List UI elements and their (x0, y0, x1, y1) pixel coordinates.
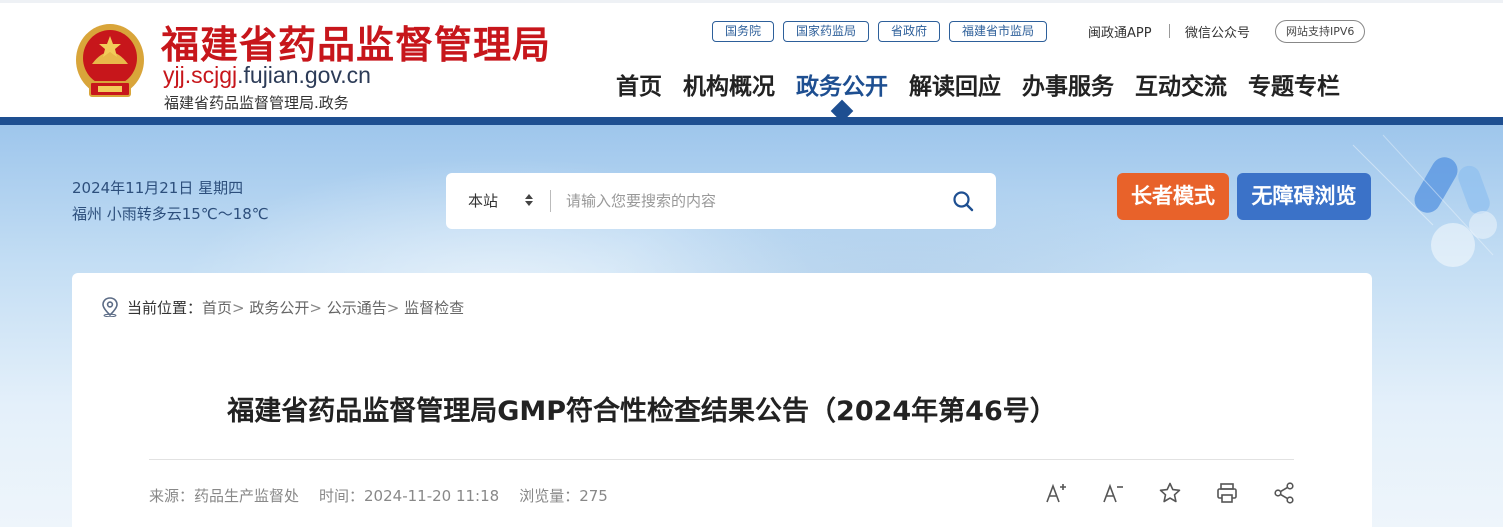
article-tools (1044, 481, 1296, 505)
article-source: 来源：药品生产监督处 (149, 487, 300, 505)
article-meta: 来源：药品生产监督处 时间：2024-11-20 11:18 浏览量：275 (149, 485, 608, 506)
site-title[interactable]: 福建省药品监督管理局 (161, 14, 551, 69)
quick-link-guowuyuan[interactable]: 国务院 (712, 21, 775, 42)
search-icon[interactable] (951, 189, 975, 213)
search-input[interactable] (566, 185, 936, 217)
main-nav: 首页 机构概况 政务公开 解读回应 办事服务 互动交流 专题专栏 (616, 72, 1340, 102)
link-separator (1169, 24, 1170, 38)
breadcrumb-notices[interactable]: 公示通告 (327, 299, 387, 317)
quick-link-nmpa[interactable]: 国家药监局 (783, 21, 870, 42)
article-views: 浏览量：275 (519, 487, 608, 505)
site-subtitle: 福建省药品监督管理局.政务 (164, 94, 349, 112)
breadcrumb-separator: > (309, 299, 327, 317)
font-increase-icon[interactable] (1044, 481, 1068, 505)
site-domain: yjj.scjgj.fujian.gov.cn (163, 62, 371, 89)
share-icon[interactable] (1272, 481, 1296, 505)
domain-suffix: .fujian.gov.cn (237, 62, 371, 88)
current-date: 2024年11月21日 星期四 (72, 179, 244, 197)
domain-prefix: yjj.scjgj (163, 62, 238, 88)
location-pin-icon (102, 297, 118, 317)
breadcrumb-separator: > (232, 299, 250, 317)
nav-topics[interactable]: 专题专栏 (1248, 72, 1340, 102)
breadcrumb-label: 当前位置： (127, 299, 203, 317)
nav-interpretation[interactable]: 解读回应 (909, 72, 1001, 102)
nav-interaction[interactable]: 互动交流 (1135, 72, 1227, 102)
select-arrows-icon[interactable] (524, 191, 534, 209)
nav-home[interactable]: 首页 (616, 72, 662, 102)
title-divider (149, 459, 1294, 460)
print-icon[interactable] (1215, 481, 1239, 505)
breadcrumb-gov-affairs[interactable]: 政务公开 (249, 299, 309, 317)
search-scope-select[interactable]: 本站 (468, 190, 498, 211)
accessible-browse-button[interactable]: 无障碍浏览 (1237, 173, 1371, 220)
breadcrumb: 当前位置：首页> 政务公开> 公示通告> 监督检查 (127, 297, 464, 318)
quick-link-province[interactable]: 省政府 (878, 21, 941, 42)
search-box: 本站 (446, 173, 996, 229)
article-card: 当前位置：首页> 政务公开> 公示通告> 监督检查 福建省药品监督管理局GMP符… (72, 273, 1372, 527)
ipv6-badge: 网站支持IPV6 (1275, 20, 1366, 43)
quick-link-market-bureau[interactable]: 福建省市监局 (949, 21, 1048, 42)
breadcrumb-inspection[interactable]: 监督检查 (404, 299, 464, 317)
weather-info: 福州 小雨转多云15℃～18℃ (72, 205, 269, 223)
national-emblem-icon[interactable] (72, 20, 148, 106)
search-separator (550, 190, 551, 212)
article-time: 时间：2024-11-20 11:18 (319, 487, 500, 505)
breadcrumb-home[interactable]: 首页 (202, 299, 232, 317)
nav-underline-bar (0, 117, 1503, 125)
quick-links: 国务院 国家药监局 省政府 福建省市监局 (712, 21, 1048, 42)
wechat-link[interactable]: 微信公众号 (1185, 22, 1250, 41)
nav-services[interactable]: 办事服务 (1022, 72, 1114, 102)
font-decrease-icon[interactable] (1101, 481, 1125, 505)
top-line (0, 0, 1503, 3)
nav-gov-affairs[interactable]: 政务公开 (796, 72, 888, 102)
elder-mode-button[interactable]: 长者模式 (1117, 173, 1229, 220)
breadcrumb-separator: > (386, 299, 405, 317)
site-header: 福建省药品监督管理局 yjj.scjgj.fujian.gov.cn 福建省药品… (0, 0, 1503, 118)
article-title: 福建省药品监督管理局GMP符合性检查结果公告（2024年第46号） (227, 396, 1057, 427)
star-icon[interactable] (1158, 481, 1182, 505)
app-link[interactable]: 闽政通APP (1088, 22, 1152, 41)
nav-about[interactable]: 机构概况 (683, 72, 775, 102)
